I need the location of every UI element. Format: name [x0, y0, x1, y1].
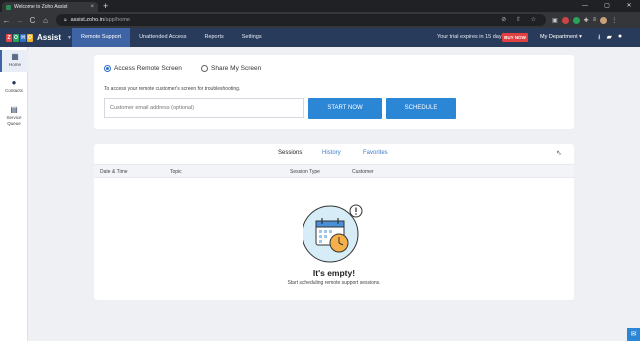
back-button[interactable]: ←	[0, 16, 13, 25]
browser-toolbar: ← → C ⌂ 🔒︎ assist.zoho.in/app/home ⊘ ⇧ ☆…	[0, 12, 640, 28]
column-session-type[interactable]: Session Type	[290, 169, 320, 175]
profile-avatar[interactable]	[600, 16, 608, 24]
schedule-button[interactable]: SCHEDULE	[386, 98, 456, 119]
extension-icon[interactable]: ▣	[552, 17, 558, 24]
zoho-logo[interactable]: Z O H O Assist ▼	[6, 33, 72, 42]
minimize-button[interactable]: —	[574, 0, 596, 12]
mouse-cursor-icon: ⇖	[556, 150, 562, 157]
tab-sessions[interactable]: Sessions	[278, 150, 302, 156]
radio-unselected-icon	[201, 65, 208, 72]
tab-close-icon[interactable]: ×	[90, 4, 94, 10]
extensions-area: ▣ ✚ ≡ ⋮	[552, 14, 617, 26]
sidebar-item-label: Service Queue	[6, 115, 22, 126]
kebab-menu-icon[interactable]: ⋮	[611, 17, 617, 24]
address-bar-actions[interactable]: ⊘ ⇧ ☆	[501, 14, 540, 26]
logo-h-icon: H	[20, 33, 26, 42]
start-session-card: Access Remote Screen Share My Screen To …	[94, 55, 574, 129]
lock-icon: 🔒︎	[64, 17, 67, 23]
queue-icon: ▤	[10, 105, 18, 114]
radio-selected-icon	[104, 65, 111, 72]
tab-history[interactable]: History	[322, 150, 341, 156]
sidebar-item-label: Home	[8, 62, 21, 67]
forward-button[interactable]: →	[13, 16, 26, 25]
sidebar-item-service-queue[interactable]: ▤ Service Queue	[0, 105, 28, 131]
trial-notice: Your trial expires in 15 days.	[437, 34, 506, 40]
sessions-card: Sessions History Favorites ⇖ Date & Time…	[94, 144, 574, 300]
puzzle-icon[interactable]: ✚	[584, 17, 589, 24]
buy-now-button[interactable]: BUY NOW	[502, 33, 528, 42]
extension-green-icon[interactable]	[572, 16, 580, 24]
sidebar: ▦ Home ● Contacts ▤ Service Queue	[0, 47, 28, 341]
favicon-icon	[6, 4, 11, 10]
url-path: /app/home	[104, 17, 130, 23]
sidebar-item-home[interactable]: ▦ Home	[0, 50, 28, 72]
building-icon: ▦	[11, 52, 19, 61]
window-controls: — ▢ ✕	[574, 0, 640, 12]
address-bar[interactable]: 🔒︎ assist.zoho.in/app/home ⊘ ⇧ ☆	[56, 14, 546, 26]
download-icon[interactable]: ⭳	[598, 33, 600, 44]
reload-button[interactable]: C	[26, 16, 39, 25]
tab-settings[interactable]: Settings	[233, 28, 271, 47]
maximize-button[interactable]: ▢	[596, 0, 618, 12]
tab-reports[interactable]: Reports	[195, 28, 232, 47]
radio-label: Access Remote Screen	[114, 65, 182, 72]
header-icons: ⭳ ▰ ●	[598, 33, 622, 44]
browser-tab-title: Welcome to Zoho Assist	[14, 4, 68, 10]
sessions-tabs: Sessions History Favorites	[94, 150, 574, 162]
empty-calendar-illustration	[303, 204, 363, 263]
browser-tab-bar: Welcome to Zoho Assist × + — ▢ ✕	[0, 0, 640, 12]
sessions-table-header: Date & Time Topic Session Type Customer	[94, 164, 574, 178]
customer-email-input[interactable]	[104, 98, 304, 118]
access-remote-radio[interactable]: Access Remote Screen	[104, 65, 182, 72]
browser-tab[interactable]: Welcome to Zoho Assist ×	[2, 2, 98, 12]
close-window-button[interactable]: ✕	[618, 0, 640, 12]
media-icon[interactable]: ≡	[593, 17, 597, 23]
empty-state-subtitle: Start scheduling remote support sessions…	[287, 280, 381, 286]
app-header: Z O H O Assist ▼ Remote Support Unattend…	[0, 28, 640, 47]
empty-state-title: It's empty!	[312, 268, 356, 278]
person-icon: ●	[11, 78, 17, 87]
new-tab-button[interactable]: +	[103, 1, 108, 11]
logo-o-icon: O	[13, 33, 19, 42]
top-navigation: Remote Support Unattended Access Reports…	[72, 28, 271, 47]
column-date-time[interactable]: Date & Time	[100, 169, 128, 175]
logo-o2-icon: O	[27, 33, 33, 42]
logo-z-icon: Z	[6, 33, 12, 42]
sidebar-item-label: Contacts	[5, 88, 23, 93]
video-icon[interactable]: ▰	[606, 33, 611, 44]
url-host: assist.zoho.in	[70, 17, 104, 23]
extension-red-icon[interactable]	[561, 16, 569, 24]
start-now-button[interactable]: START NOW	[308, 98, 382, 119]
column-customer[interactable]: Customer	[352, 169, 374, 175]
chat-icon[interactable]: ✉	[627, 328, 640, 341]
tab-remote-support[interactable]: Remote Support	[72, 28, 131, 47]
brand-name: Assist	[37, 33, 62, 42]
access-hint: To access your remote customer's screen …	[104, 86, 241, 92]
share-screen-radio[interactable]: Share My Screen	[201, 65, 261, 72]
department-selector[interactable]: My Department ▾	[540, 34, 582, 40]
user-icon[interactable]: ●	[618, 33, 622, 44]
tab-favorites[interactable]: Favorites	[363, 150, 388, 156]
radio-label: Share My Screen	[211, 65, 262, 72]
sidebar-item-contacts[interactable]: ● Contacts	[0, 78, 28, 98]
tab-unattended-access[interactable]: Unattended Access	[130, 28, 195, 47]
column-topic[interactable]: Topic	[170, 169, 182, 175]
home-button[interactable]: ⌂	[39, 16, 52, 25]
